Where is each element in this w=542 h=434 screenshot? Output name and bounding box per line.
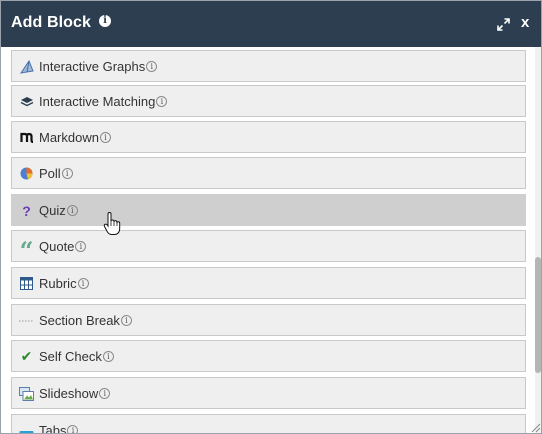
scrollbar[interactable]: [535, 47, 541, 433]
block-label: Section Break: [39, 313, 120, 328]
info-icon[interactable]: i: [75, 241, 87, 252]
block-label: Quiz: [39, 203, 66, 218]
info-icon[interactable]: i: [77, 278, 89, 289]
info-icon[interactable]: i: [102, 351, 114, 362]
block-item-self-check[interactable]: ✔ Self Check i: [11, 340, 526, 372]
question-glyph: ?: [22, 202, 31, 219]
block-label: Tabs: [39, 423, 67, 433]
section-break-icon: [19, 313, 34, 328]
info-icon[interactable]: i: [146, 61, 158, 72]
block-item-interactive-graphs[interactable]: Interactive Graphs i: [11, 50, 526, 82]
info-icon[interactable]: i: [67, 425, 79, 433]
matching-icon: [19, 94, 34, 109]
info-icon[interactable]: i: [120, 315, 132, 326]
add-block-dialog: Add Block i x Interactive Graphs i Inter…: [0, 0, 542, 434]
block-label: Interactive Graphs: [39, 59, 146, 74]
quote-glyph: “: [19, 236, 34, 265]
info-icon[interactable]: i: [99, 132, 111, 143]
block-label: Quote: [39, 239, 75, 254]
info-icon[interactable]: i: [156, 96, 168, 107]
block-item-interactive-matching[interactable]: Interactive Matching i: [11, 85, 526, 117]
expand-icon[interactable]: [497, 18, 510, 31]
block-label: Self Check: [39, 349, 102, 364]
block-label: Slideshow: [39, 386, 99, 401]
block-label: Markdown: [39, 130, 99, 145]
dialog-header: Add Block i x: [1, 1, 541, 47]
block-label: Poll: [39, 166, 61, 181]
block-item-rubric[interactable]: Rubric i: [11, 267, 526, 299]
resize-grip-icon[interactable]: [529, 421, 541, 433]
graph-icon: [19, 59, 34, 74]
block-item-section-break[interactable]: Section Break i: [11, 304, 526, 336]
tabs-icon: [19, 423, 34, 433]
close-button[interactable]: x: [521, 14, 529, 31]
info-icon[interactable]: i: [99, 15, 111, 27]
block-item-quote[interactable]: “ Quote i: [11, 230, 526, 263]
info-icon[interactable]: i: [66, 205, 78, 216]
question-icon: ?: [19, 202, 34, 219]
info-icon[interactable]: i: [61, 168, 73, 179]
block-list: Interactive Graphs i Interactive Matching…: [1, 47, 541, 433]
markdown-icon: [19, 130, 34, 145]
block-item-poll[interactable]: Poll i: [11, 157, 526, 189]
block-item-tabs[interactable]: Tabs i: [11, 414, 526, 433]
dialog-title: Add Block: [11, 14, 92, 31]
block-item-slideshow[interactable]: Slideshow i: [11, 377, 526, 409]
scrollbar-thumb[interactable]: [535, 257, 541, 373]
quote-icon: “: [19, 239, 34, 263]
slideshow-icon: [19, 386, 34, 401]
block-item-quiz[interactable]: ? Quiz i: [11, 194, 526, 226]
checkmark-icon: ✔: [19, 348, 34, 365]
poll-pie-icon: [19, 166, 34, 181]
info-icon[interactable]: i: [99, 388, 111, 399]
check-glyph: ✔: [20, 348, 33, 365]
block-label: Interactive Matching: [39, 94, 156, 109]
block-item-markdown[interactable]: Markdown i: [11, 121, 526, 153]
block-label: Rubric: [39, 276, 77, 291]
rubric-grid-icon: [19, 276, 34, 291]
